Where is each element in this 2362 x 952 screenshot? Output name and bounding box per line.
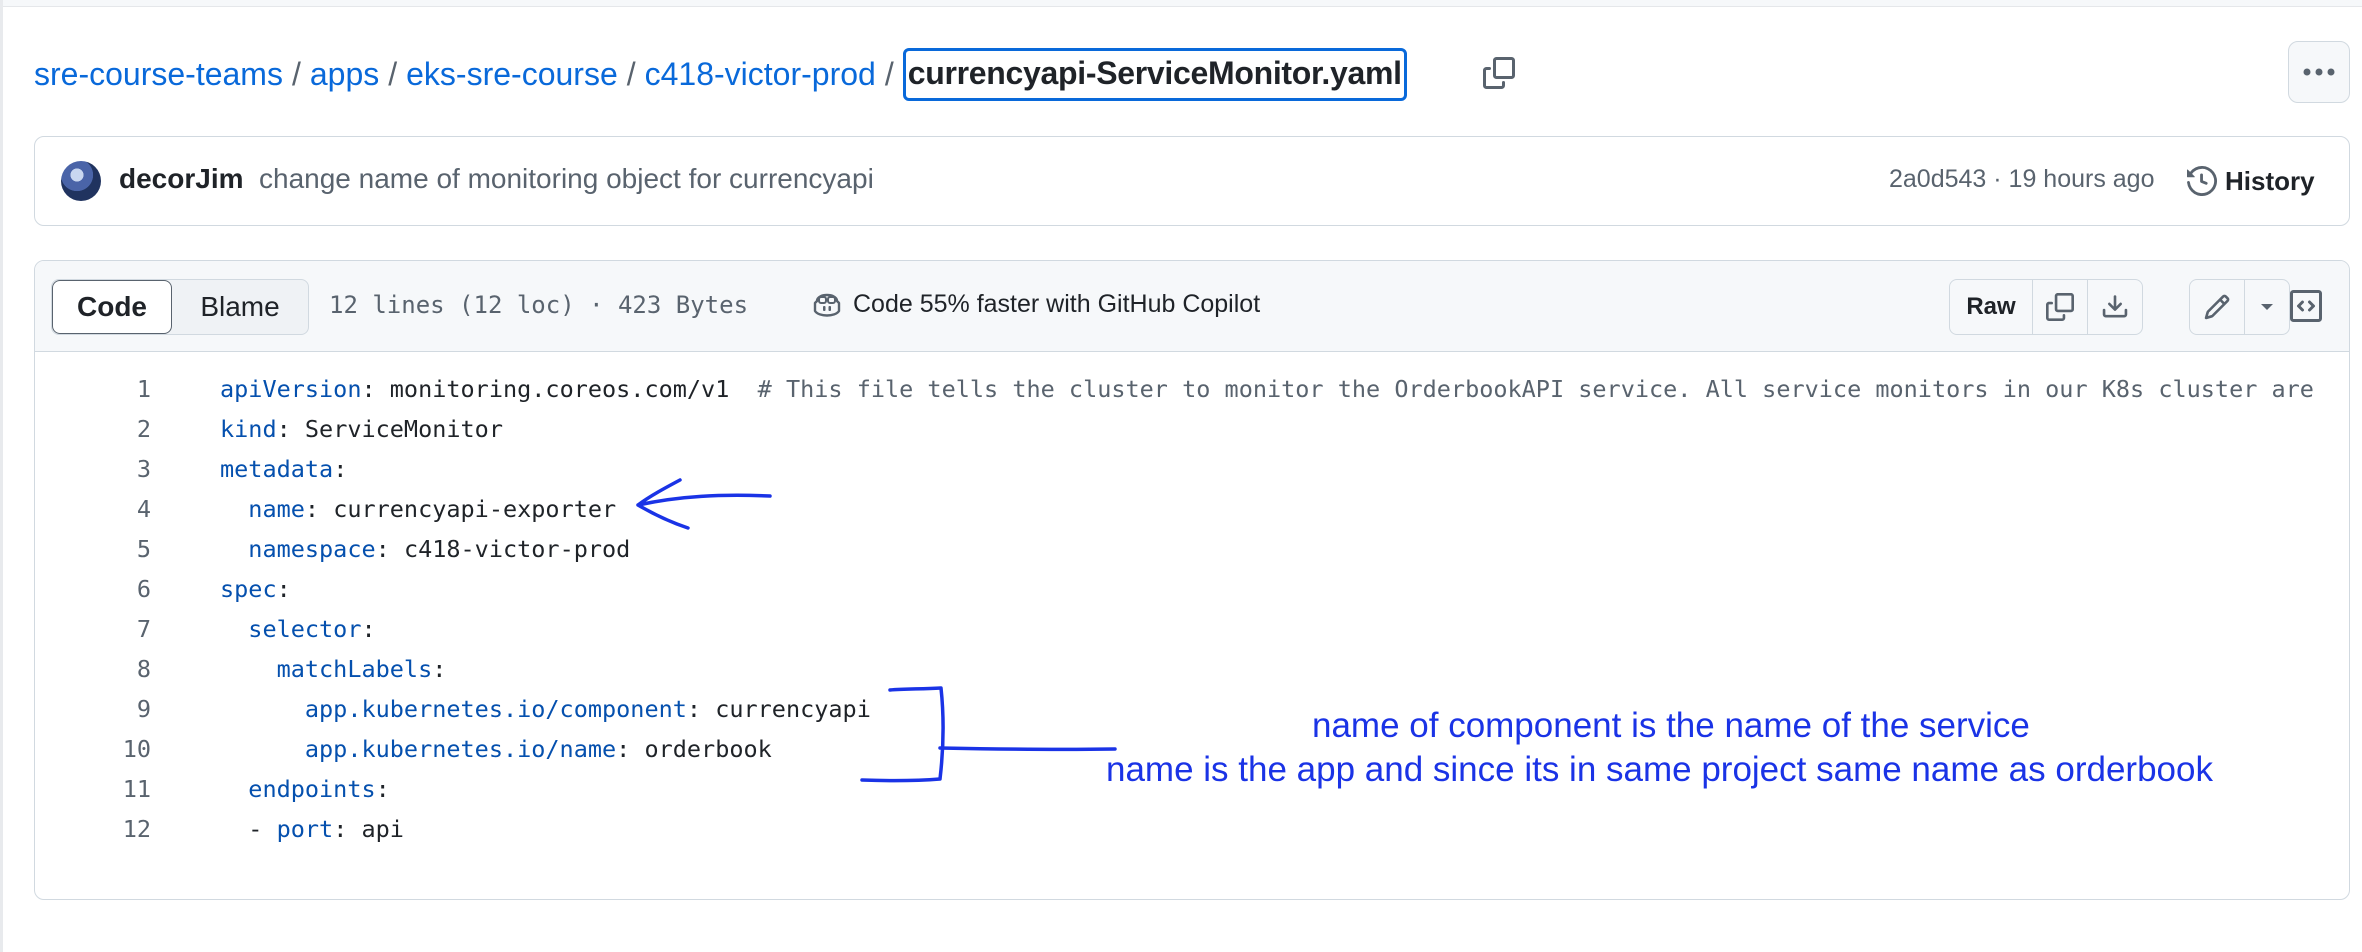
breadcrumb: sre-course-teams / apps / eks-sre-course… — [34, 44, 1407, 104]
breadcrumb-link-c418-victor-prod[interactable]: c418-victor-prod — [645, 56, 876, 93]
line-number[interactable]: 9 — [35, 689, 151, 729]
yaml-value: monitoring.coreos.com/v1 — [375, 375, 730, 403]
current-file-name[interactable]: currencyapi-ServiceMonitor.yaml — [902, 47, 1407, 101]
latest-commit-bar: decorJim change name of monitoring objec… — [34, 136, 2350, 226]
yaml-value: currencyapi-exporter — [319, 495, 617, 523]
line-number[interactable]: 6 — [35, 569, 151, 609]
history-button[interactable]: History — [2187, 155, 2315, 207]
copilot-icon — [813, 293, 841, 317]
file-viewer: Code Blame 12 lines (12 loc) · 423 Bytes… — [34, 260, 2350, 900]
copy-icon — [2046, 293, 2074, 321]
yaml-comment: # This file tells the cluster to monitor… — [729, 375, 2314, 403]
yaml-key: name — [248, 495, 305, 523]
breadcrumb-link-eks-sre-course[interactable]: eks-sre-course — [406, 56, 618, 93]
line-number[interactable]: 2 — [35, 409, 151, 449]
triangle-down-icon — [2261, 304, 2273, 310]
code-line: 1 apiVersion: monitoring.coreos.com/v1 # … — [35, 369, 2349, 409]
copy-raw-button[interactable] — [2033, 280, 2088, 334]
yaml-value: currencyapi — [701, 695, 871, 723]
file-header: Code Blame 12 lines (12 loc) · 423 Bytes… — [35, 261, 2349, 352]
copy-path-button[interactable] — [1478, 52, 1520, 94]
more-options-button[interactable] — [2288, 41, 2350, 103]
pencil-icon — [2204, 294, 2230, 320]
yaml-key: metadata — [220, 455, 334, 483]
code-line: 3 metadata: — [35, 449, 2349, 489]
yaml-value: c418-victor-prod — [389, 535, 631, 563]
copy-icon — [1483, 57, 1515, 89]
annotation-line-2: name is the app and since its in same pr… — [1106, 750, 2213, 789]
line-number[interactable]: 4 — [35, 489, 151, 529]
left-border — [0, 0, 3, 952]
breadcrumb-link-apps[interactable]: apps — [310, 56, 379, 93]
commit-author[interactable]: decorJim — [119, 163, 244, 195]
code-line: 7 selector: — [35, 609, 2349, 649]
line-number[interactable]: 1 — [35, 369, 151, 409]
yaml-key: endpoints — [248, 775, 376, 803]
line-number[interactable]: 5 — [35, 529, 151, 569]
file-info: 12 lines (12 loc) · 423 Bytes — [329, 291, 749, 319]
line-number[interactable]: 10 — [35, 729, 151, 769]
edit-group — [2189, 279, 2290, 335]
raw-button[interactable]: Raw — [1950, 280, 2033, 334]
code-line: 2 kind: ServiceMonitor — [35, 409, 2349, 449]
download-button[interactable] — [2088, 280, 2142, 334]
yaml-key: selector — [248, 615, 362, 643]
yaml-key: app.kubernetes.io/component — [304, 695, 687, 723]
breadcrumb-separator: / — [291, 55, 301, 92]
top-border — [0, 0, 2362, 7]
code-line: 6 spec: — [35, 569, 2349, 609]
breadcrumb-separator: / — [884, 55, 894, 92]
tab-code[interactable]: Code — [52, 280, 172, 334]
view-mode-toggle: Code Blame — [51, 279, 309, 335]
raw-copy-download-group: Raw — [1949, 279, 2143, 335]
line-number[interactable]: 11 — [35, 769, 151, 809]
code-line: 5 namespace: c418-victor-prod — [35, 529, 2349, 569]
avatar[interactable] — [61, 161, 101, 201]
copilot-label: Code 55% faster with GitHub Copilot — [853, 289, 1261, 318]
yaml-value: api — [347, 815, 404, 843]
edit-button[interactable] — [2190, 280, 2245, 334]
kebab-horizontal-icon — [2303, 68, 2335, 76]
breadcrumb-separator: / — [626, 55, 636, 92]
line-number[interactable]: 3 — [35, 449, 151, 489]
code-square-icon — [2290, 290, 2322, 322]
copilot-link[interactable]: Code 55% faster with GitHub Copilot — [811, 289, 1260, 319]
yaml-key: kind — [220, 415, 277, 443]
symbols-panel-button[interactable] — [2279, 279, 2333, 333]
yaml-key: apiVersion — [220, 375, 362, 403]
download-icon — [2102, 295, 2128, 318]
annotation-line-1: name of component is the name of the ser… — [1312, 706, 2030, 745]
history-icon — [2187, 166, 2217, 196]
yaml-key: port — [276, 815, 334, 843]
yaml-list-dash: - — [248, 815, 277, 843]
commit-meta[interactable]: 2a0d543 · 19 hours ago — [1889, 165, 2155, 194]
line-number[interactable]: 8 — [35, 649, 151, 689]
yaml-key: app.kubernetes.io/name — [304, 735, 617, 763]
code-line: 4 name: currencyapi-exporter — [35, 489, 2349, 529]
tab-blame[interactable]: Blame — [172, 280, 308, 334]
breadcrumb-link-org[interactable]: sre-course-teams — [34, 56, 283, 93]
line-number[interactable]: 12 — [35, 809, 151, 849]
code-line: 12 - port: api — [35, 809, 2349, 849]
yaml-key: spec — [220, 575, 277, 603]
history-label: History — [2225, 165, 2315, 196]
yaml-key: matchLabels — [276, 655, 433, 683]
breadcrumb-separator: / — [388, 55, 398, 92]
yaml-value: ServiceMonitor — [290, 415, 503, 443]
line-number[interactable]: 7 — [35, 609, 151, 649]
code-line: 8 matchLabels: — [35, 649, 2349, 689]
commit-message[interactable]: change name of monitoring object for cur… — [259, 163, 874, 195]
yaml-value: orderbook — [630, 735, 772, 763]
yaml-key: namespace — [248, 535, 376, 563]
